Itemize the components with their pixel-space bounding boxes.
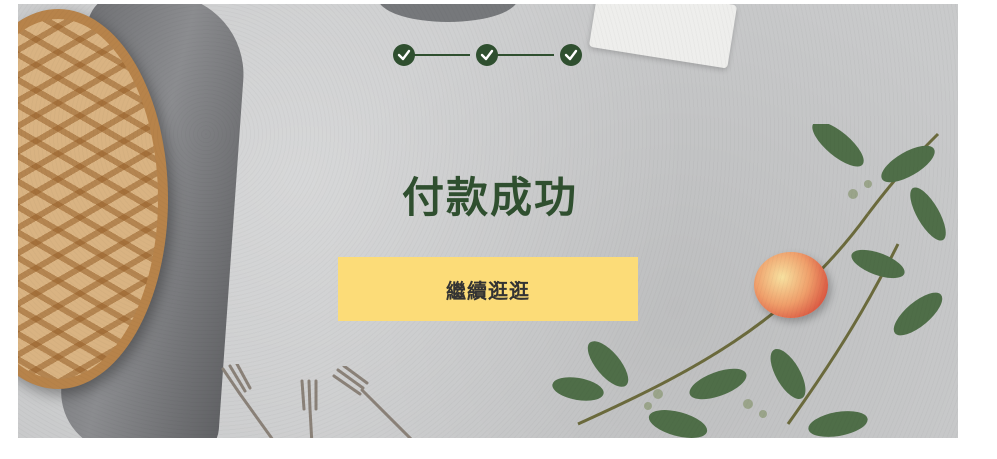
fork-icon (300, 379, 318, 438)
step-3-check-icon (560, 44, 582, 66)
step-2-check-icon (476, 44, 498, 66)
plate-decoration (378, 4, 518, 22)
page-title: 付款成功 (401, 173, 578, 222)
apple-decoration (754, 252, 828, 318)
fork-icon (332, 366, 413, 438)
napkin-decoration (588, 4, 738, 69)
step-1-check-icon (393, 44, 415, 66)
progress-stepper (384, 44, 584, 74)
continue-shopping-button[interactable]: 繼續逛逛 (338, 257, 638, 321)
fork-icon (221, 364, 274, 438)
